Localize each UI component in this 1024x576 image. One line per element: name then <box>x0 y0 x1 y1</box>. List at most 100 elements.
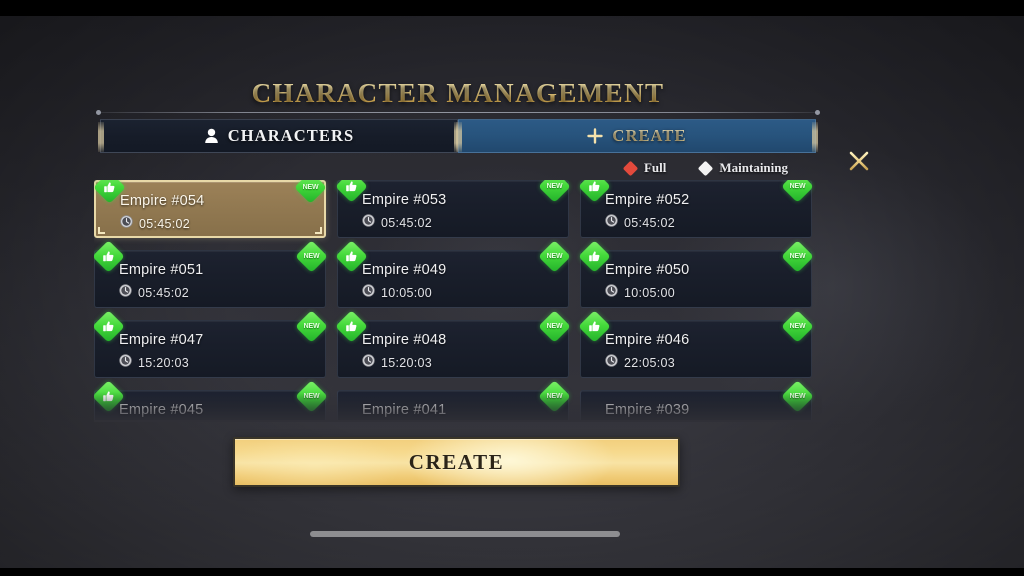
new-badge: NEW <box>294 180 327 204</box>
status-legend: Full Maintaining <box>88 160 810 176</box>
legend-label-maintaining: Maintaining <box>719 160 788 175</box>
character-time: 05:45:02 <box>139 217 191 231</box>
new-badge-inner: NEW <box>543 245 566 268</box>
character-time: 05:45:02 <box>381 216 433 230</box>
new-badge-inner: NEW <box>543 385 566 408</box>
character-time-row: 05:45:02 <box>362 214 432 232</box>
new-badge: NEW <box>538 240 571 273</box>
thumbs-up-icon <box>583 180 606 198</box>
character-card[interactable]: Empire #039 NEW <box>580 380 814 420</box>
character-card[interactable]: Empire #049 10:05:00 NEW <box>335 240 571 308</box>
tab-bar: CHARACTERS CREATE <box>98 119 818 153</box>
character-time-row: 10:05:00 <box>362 284 432 302</box>
new-badge: NEW <box>781 180 814 203</box>
character-card[interactable]: Empire #045 NEW <box>94 380 328 420</box>
character-card-grid[interactable]: Empire #054 05:45:02 NEW Empire #053 05:45:0… <box>94 180 822 420</box>
panel-divider <box>96 110 820 115</box>
thumbs-up-icon <box>340 245 363 268</box>
character-time-row: 22:05:03 <box>605 354 675 372</box>
character-name: Empire #052 <box>605 192 690 208</box>
character-name: Empire #046 <box>605 332 690 348</box>
new-badge: NEW <box>781 380 814 413</box>
plus-icon <box>587 128 604 144</box>
new-badge-label: NEW <box>546 253 563 260</box>
character-card[interactable]: Empire #053 05:45:02 NEW <box>335 180 571 238</box>
thumbs-up-icon <box>97 315 120 338</box>
new-badge-inner: NEW <box>300 315 323 338</box>
character-time-row: 15:20:03 <box>119 354 189 372</box>
character-name: Empire #047 <box>119 332 204 348</box>
like-badge <box>578 240 611 273</box>
diamond-icon <box>698 160 714 176</box>
new-badge-inner: NEW <box>543 180 566 198</box>
thumbs-up-icon <box>340 315 363 338</box>
character-time: 22:05:03 <box>624 356 676 370</box>
character-card[interactable]: Empire #048 15:20:03 NEW <box>335 310 571 378</box>
character-time-row: 15:20:03 <box>362 354 432 372</box>
character-name: Empire #049 <box>362 262 447 278</box>
clock-icon <box>605 214 618 232</box>
character-name: Empire #048 <box>362 332 447 348</box>
new-badge-label: NEW <box>789 323 806 330</box>
close-button[interactable] <box>840 142 878 180</box>
character-time-row: 05:45:02 <box>605 214 675 232</box>
thumbs-up-icon <box>97 245 120 268</box>
tab-ornament-left <box>98 122 104 152</box>
character-time: 05:45:02 <box>624 216 676 230</box>
tab-characters[interactable]: CHARACTERS <box>98 119 460 153</box>
new-badge-inner: NEW <box>786 315 809 338</box>
character-card[interactable]: Empire #046 22:05:03 NEW <box>578 310 814 378</box>
like-badge <box>578 310 611 343</box>
legend-item-full: Full <box>622 160 667 176</box>
character-card[interactable]: Empire #041 NEW <box>337 380 571 420</box>
character-name: Empire #041 <box>362 402 447 418</box>
legend-label-full: Full <box>643 160 667 175</box>
divider-line <box>100 112 816 113</box>
like-badge <box>335 310 368 343</box>
new-badge: NEW <box>538 180 571 203</box>
person-icon <box>204 128 219 145</box>
character-card[interactable]: Empire #052 05:45:02 NEW <box>578 180 814 238</box>
character-name: Empire #039 <box>605 402 690 418</box>
clock-icon <box>362 354 375 372</box>
new-badge: NEW <box>295 380 328 413</box>
new-badge-label: NEW <box>789 253 806 260</box>
close-x-icon <box>849 151 869 171</box>
character-card[interactable]: Empire #047 15:20:03 NEW <box>94 310 328 378</box>
card-corner-bl <box>98 227 105 234</box>
new-badge-label: NEW <box>546 393 563 400</box>
character-name: Empire #050 <box>605 262 690 278</box>
character-card[interactable]: Empire #050 10:05:00 NEW <box>578 240 814 308</box>
new-badge-label: NEW <box>303 393 320 400</box>
tab-create[interactable]: CREATE <box>456 119 818 153</box>
create-button[interactable]: CREATE <box>233 437 680 487</box>
new-badge-inner: NEW <box>786 385 809 408</box>
new-badge: NEW <box>538 310 571 343</box>
home-indicator[interactable] <box>310 531 620 537</box>
tab-ornament-left <box>456 122 462 152</box>
like-badge <box>335 240 368 273</box>
thumbs-up-icon <box>583 245 606 268</box>
new-badge-label: NEW <box>302 184 319 191</box>
clock-icon <box>605 284 618 302</box>
new-badge-label: NEW <box>789 393 806 400</box>
letterbox-top <box>0 0 1024 16</box>
new-badge-inner: NEW <box>543 315 566 338</box>
new-badge: NEW <box>781 240 814 273</box>
page-title: CHARACTER MANAGEMENT <box>88 78 828 109</box>
new-badge-inner: NEW <box>786 180 809 198</box>
character-time: 15:20:03 <box>138 356 190 370</box>
new-badge: NEW <box>538 380 571 413</box>
character-name: Empire #054 <box>120 193 205 209</box>
divider-cap-right <box>815 110 820 115</box>
new-badge-inner: NEW <box>299 180 322 199</box>
character-name: Empire #045 <box>119 402 204 418</box>
character-time: 10:05:00 <box>624 286 676 300</box>
new-badge: NEW <box>295 310 328 343</box>
character-time-row: 10:05:00 <box>605 284 675 302</box>
clock-icon <box>362 284 375 302</box>
character-card[interactable]: Empire #054 05:45:02 NEW <box>94 180 327 238</box>
clock-icon <box>119 354 132 372</box>
tab-characters-label: CHARACTERS <box>227 126 355 145</box>
character-card[interactable]: Empire #051 05:45:02 NEW <box>94 240 328 308</box>
